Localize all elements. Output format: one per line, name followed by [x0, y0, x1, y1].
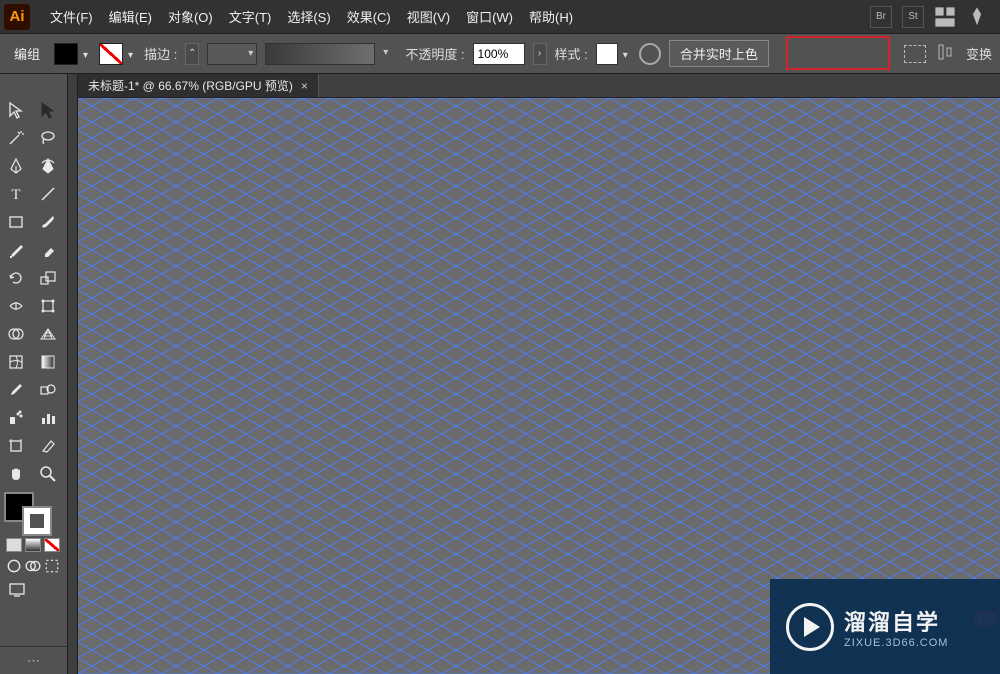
rotate-tool[interactable] [0, 264, 32, 292]
menu-view[interactable]: 视图(V) [399, 3, 458, 30]
menu-help[interactable]: 帮助(H) [521, 3, 581, 30]
watermark-logo: 溜溜自学 ZIXUE.3D66.COM [770, 579, 1000, 674]
chevron-down-icon [125, 46, 136, 61]
play-icon [786, 603, 834, 651]
control-bar: 编组 描边 : ⌃ 不透明度 : 100% › 样式 : 合并实时上色 变换 [0, 34, 1000, 74]
free-transform-tool[interactable] [32, 292, 64, 320]
opacity-input[interactable]: 100% [473, 43, 525, 65]
symbol-sprayer-tool[interactable] [0, 404, 32, 432]
draw-mode-behind[interactable] [25, 558, 41, 574]
toolbox-expand-handle[interactable]: ⋯ [0, 646, 67, 674]
perspective-grid-tool[interactable] [32, 320, 64, 348]
document-tab-bar: 未标题-1* @ 66.67% (RGB/GPU 预览) × [78, 74, 1000, 98]
menu-object[interactable]: 对象(O) [160, 3, 221, 30]
watermark-url: ZIXUE.3D66.COM [844, 637, 948, 649]
color-mode-none[interactable] [44, 538, 60, 552]
curvature-tool[interactable] [32, 152, 64, 180]
zoom-tool[interactable] [32, 460, 64, 488]
watermark-brand: 溜溜自学 [844, 605, 948, 637]
menu-window[interactable]: 窗口(W) [458, 3, 521, 30]
eraser-tool[interactable] [32, 236, 64, 264]
slice-tool[interactable] [32, 432, 64, 460]
brush-definition-dropdown[interactable] [265, 43, 375, 65]
menu-bar: Ai 文件(F) 编辑(E) 对象(O) 文字(T) 选择(S) 效果(C) 视… [0, 0, 1000, 34]
document-tab[interactable]: 未标题-1* @ 66.67% (RGB/GPU 预览) × [78, 74, 319, 97]
menubar-right: Br St [870, 6, 996, 28]
stroke-swatch-icon [99, 43, 123, 65]
menu-select[interactable]: 选择(S) [279, 3, 338, 30]
draw-mode-normal[interactable] [6, 558, 22, 574]
menu-edit[interactable]: 编辑(E) [101, 3, 160, 30]
menu-effect[interactable]: 效果(C) [339, 3, 399, 30]
stroke-weight-select[interactable] [207, 43, 257, 65]
chevron-down-icon [620, 46, 631, 61]
transform-link[interactable]: 变换 [966, 44, 992, 63]
fill-swatch-dropdown[interactable] [54, 43, 91, 65]
align-icon[interactable] [936, 43, 956, 64]
color-mode-gradient[interactable] [25, 538, 41, 552]
width-tool[interactable] [0, 292, 32, 320]
direct-selection-tool[interactable] [32, 96, 64, 124]
pen-tool[interactable] [0, 152, 32, 180]
gradient-tool[interactable] [32, 348, 64, 376]
bridge-icon[interactable]: Br [870, 6, 892, 28]
selection-mode-label: 编组 [8, 44, 46, 63]
screen-mode-button[interactable] [6, 580, 28, 600]
shaper-tool[interactable] [0, 236, 32, 264]
stroke-label[interactable]: 描边 : [144, 44, 177, 63]
chevron-down-icon [80, 46, 91, 61]
graphic-style-dropdown[interactable] [596, 43, 631, 65]
paintbrush-tool[interactable] [32, 208, 64, 236]
shape-builder-tool[interactable] [0, 320, 32, 348]
close-icon[interactable]: × [301, 79, 308, 93]
isolate-group-icon[interactable] [904, 45, 926, 63]
selection-tool[interactable] [0, 96, 32, 124]
type-tool[interactable]: T [0, 180, 32, 208]
canvas-area[interactable]: 超级 溜溜自学 ZIXUE.3D66.COM [78, 98, 1000, 674]
mesh-tool[interactable] [0, 348, 32, 376]
stroke-swatch-dropdown[interactable] [99, 43, 136, 65]
panel-tab-strip[interactable] [68, 74, 78, 674]
menu-file[interactable]: 文件(F) [42, 3, 101, 30]
hand-tool[interactable] [0, 460, 32, 488]
lasso-tool[interactable] [32, 124, 64, 152]
style-swatch-icon [596, 43, 618, 65]
stroke-color-well[interactable] [22, 506, 52, 536]
rectangle-tool[interactable] [0, 208, 32, 236]
controlbar-right: 变换 [904, 43, 992, 64]
artboard-tool[interactable] [0, 432, 32, 460]
app-icon: Ai [4, 4, 30, 30]
document-tab-title: 未标题-1* @ 66.67% (RGB/GPU 预览) [88, 77, 293, 94]
line-segment-tool[interactable] [32, 180, 64, 208]
fill-stroke-wells[interactable] [0, 488, 67, 534]
stock-icon[interactable]: St [902, 6, 924, 28]
opacity-caret[interactable]: › [533, 43, 547, 65]
magic-wand-tool[interactable] [0, 124, 32, 152]
gpu-rocket-icon[interactable] [966, 6, 988, 28]
stroke-weight-stepper[interactable]: ⌃ [185, 43, 199, 65]
column-graph-tool[interactable] [32, 404, 64, 432]
draw-mode-inside[interactable] [44, 558, 60, 574]
tool-panel: T [0, 74, 68, 674]
blend-tool[interactable] [32, 376, 64, 404]
color-mode-solid[interactable] [6, 538, 22, 552]
menu-type[interactable]: 文字(T) [221, 3, 280, 30]
opacity-label[interactable]: 不透明度 : [405, 44, 464, 63]
scale-tool[interactable] [32, 264, 64, 292]
merge-live-paint-button[interactable]: 合并实时上色 [669, 40, 769, 67]
svg-text:T: T [11, 187, 20, 203]
eyedropper-tool[interactable] [0, 376, 32, 404]
style-label[interactable]: 样式 : [555, 44, 588, 63]
fill-swatch-icon [54, 43, 78, 65]
arrange-documents-icon[interactable] [934, 6, 956, 28]
recolor-artwork-icon[interactable] [639, 43, 661, 65]
